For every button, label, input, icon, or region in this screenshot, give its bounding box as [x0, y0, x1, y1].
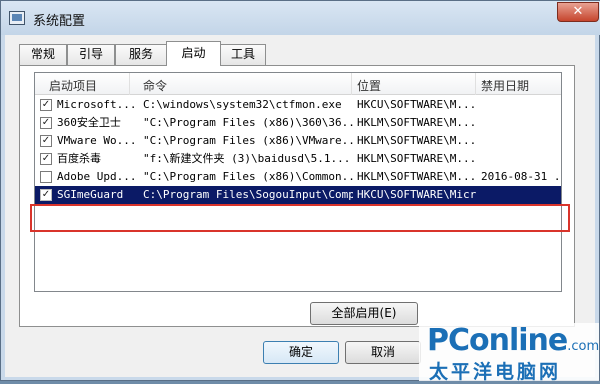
row-item: Microsoft...: [57, 98, 137, 111]
title-bar[interactable]: 系统配置 ✕: [1, 1, 600, 35]
tab-startup[interactable]: 启动: [166, 41, 221, 66]
row-date: 2016-08-31 ...: [481, 170, 561, 183]
watermark-subtitle: 太平洋电脑网: [429, 361, 562, 383]
close-button[interactable]: ✕: [557, 2, 599, 22]
red-annotation-box: [30, 204, 570, 232]
list-item-selected[interactable]: ✓ SGImeGuard C:\Program Files\SogouInput…: [35, 186, 561, 204]
list-item[interactable]: ✓ 360安全卫士 "C:\Program Files (x86)\360\36…: [35, 114, 561, 132]
tab-tools[interactable]: 工具: [220, 44, 266, 65]
startup-items-list[interactable]: 启动项目 命令 位置 禁用日期 ✓ Microsoft... C:\window…: [34, 72, 562, 292]
list-item[interactable]: Adobe Upd... "C:\Program Files (x86)\Com…: [35, 168, 561, 186]
startup-tab-panel: 启动项目 命令 位置 禁用日期 ✓ Microsoft... C:\window…: [19, 65, 575, 327]
row-checkbox[interactable]: [40, 171, 52, 183]
window-title: 系统配置: [33, 14, 86, 29]
column-header-item[interactable]: 启动项目: [49, 77, 97, 94]
row-location: HKCU\SOFTWARE\M...: [357, 98, 477, 111]
list-item[interactable]: ✓ Microsoft... C:\windows\system32\ctfmo…: [35, 96, 561, 114]
row-checkbox[interactable]: ✓: [40, 189, 52, 201]
row-location: HKLM\SOFTWARE\M...: [357, 170, 477, 183]
row-command: "C:\Program Files (x86)\360\36...: [143, 116, 353, 129]
watermark-logo: PConline.com.cn: [427, 323, 600, 358]
row-location: HKLM\SOFTWARE\M...: [357, 152, 477, 165]
row-checkbox[interactable]: ✓: [40, 117, 52, 129]
column-header-disabled-date[interactable]: 禁用日期: [481, 77, 529, 94]
row-command: "f:\新建文件夹 (3)\baidusd\5.1...: [143, 152, 351, 165]
tab-boot[interactable]: 引导: [67, 44, 115, 65]
list-column-header: 启动项目 命令 位置 禁用日期: [35, 73, 561, 95]
list-item[interactable]: ✓ 百度杀毒 "f:\新建文件夹 (3)\baidusd\5.1... HKLM…: [35, 150, 561, 168]
row-item: Adobe Upd...: [57, 170, 137, 183]
row-item: VMware Wo...: [57, 134, 137, 147]
row-location: HKCU\SOFTWARE\Micros: [357, 188, 477, 201]
row-command: C:\Program Files\SogouInput\Comp...: [143, 188, 353, 201]
tab-general[interactable]: 常规: [19, 44, 67, 65]
enable-all-button[interactable]: 全部启用(E): [310, 302, 418, 325]
tab-services[interactable]: 服务: [115, 44, 167, 65]
row-location: HKLM\SOFTWARE\M...: [357, 134, 477, 147]
row-command: C:\windows\system32\ctfmon.exe: [143, 98, 342, 111]
pconline-watermark: PConline.com.cn 太平洋电脑网: [419, 323, 600, 383]
cancel-button[interactable]: 取消: [345, 341, 421, 364]
column-header-location[interactable]: 位置: [357, 77, 381, 94]
column-header-command[interactable]: 命令: [143, 77, 167, 94]
row-item: SGImeGuard: [57, 188, 124, 201]
ok-button[interactable]: 确定: [263, 341, 339, 364]
row-checkbox[interactable]: ✓: [40, 135, 52, 147]
row-checkbox[interactable]: ✓: [40, 153, 52, 165]
list-item[interactable]: ✓ VMware Wo... "C:\Program Files (x86)\V…: [35, 132, 561, 150]
row-command: "C:\Program Files (x86)\Common...: [143, 170, 353, 183]
row-checkbox[interactable]: ✓: [40, 99, 52, 111]
system-config-icon: [9, 11, 25, 25]
row-item: 百度杀毒: [57, 152, 101, 165]
row-location: HKLM\SOFTWARE\M...: [357, 116, 477, 129]
system-config-window: 系统配置 ✕ 常规 引导 服务 启动 工具 启动项目 命令 位置 禁用日期 ✓ …: [0, 0, 600, 383]
row-item: 360安全卫士: [57, 116, 121, 129]
row-command: "C:\Program Files (x86)\VMware...: [143, 134, 353, 147]
